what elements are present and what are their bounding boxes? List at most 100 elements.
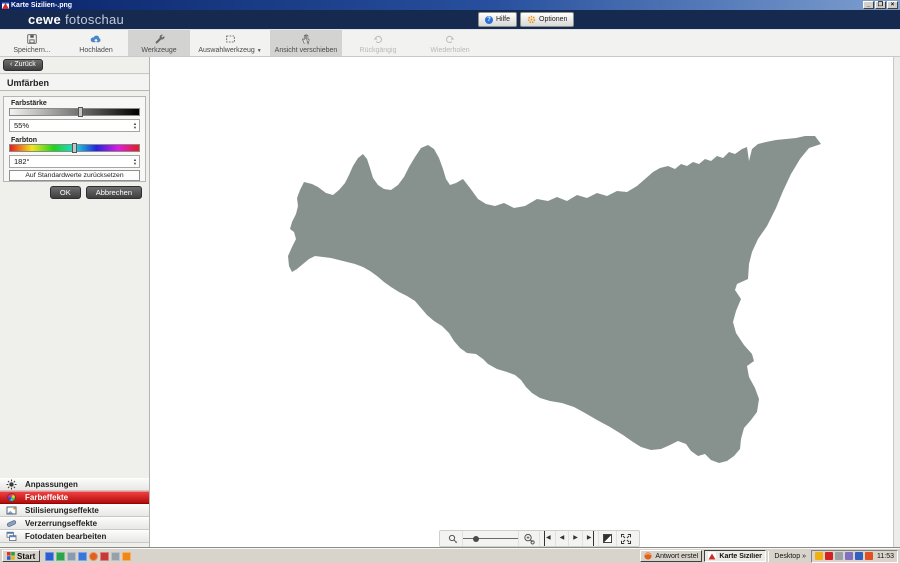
quick-launch-icon-3[interactable] — [67, 552, 76, 561]
hand-icon — [300, 33, 312, 45]
save-button[interactable]: Speichern... — [0, 30, 64, 56]
undo-button[interactable]: Rückgängig — [342, 30, 414, 56]
zoom-out-icon — [448, 534, 458, 544]
style-effects-icon — [5, 505, 18, 516]
taskbar-task-antwort[interactable]: Antwort erstellen... — [640, 550, 702, 562]
sun-icon — [5, 479, 18, 490]
redo-icon — [444, 33, 456, 45]
zoom-slider[interactable] — [462, 531, 518, 546]
quick-launch-icon-8[interactable] — [122, 552, 131, 561]
image-canvas[interactable]: ◀ ◀ ▶ ▶ — [151, 57, 893, 547]
quick-launch-icon-6[interactable] — [100, 552, 109, 561]
app-header: cewe fotoschau ? Hilfe Optionen — [0, 10, 900, 30]
cewe-task-icon — [708, 552, 716, 560]
category-stilisierungseffekte[interactable]: Stilisierungseffekte — [0, 504, 149, 517]
quick-launch-icon-2[interactable] — [56, 552, 65, 561]
help-button[interactable]: ? Hilfe — [478, 12, 517, 27]
quick-launch — [45, 552, 131, 561]
saturation-slider[interactable] — [9, 108, 140, 116]
hue-value: 182° — [14, 157, 30, 166]
first-image-button[interactable]: ◀ — [539, 531, 555, 546]
category-farbeffekte[interactable]: Farbeffekte — [0, 491, 149, 504]
next-image-button[interactable]: ▶ — [568, 531, 582, 546]
tray-icon-6[interactable] — [865, 552, 873, 560]
pan-view-button[interactable]: Ansicht verschieben — [270, 30, 342, 56]
desktop-toolbar[interactable]: Desktop » — [771, 553, 809, 560]
hue-spinner[interactable]: 182° ▲▼ — [9, 155, 140, 168]
sicily-map-shape — [288, 136, 821, 463]
window-titlebar: Karte Sizilien-.png _ ❐ × — [0, 0, 900, 10]
hue-label: Farbton — [11, 137, 37, 144]
previous-image-icon: ◀ — [560, 531, 565, 546]
spinner-down-icon[interactable]: ▼ — [133, 126, 137, 130]
saturation-slider-thumb[interactable] — [78, 107, 83, 117]
last-image-icon: ▶ — [587, 531, 594, 546]
redo-button[interactable]: Wiederholen — [414, 30, 486, 56]
sicily-map — [288, 133, 823, 465]
previous-image-button[interactable]: ◀ — [555, 531, 569, 546]
window-right-edge — [893, 57, 900, 547]
options-button[interactable]: Optionen — [520, 12, 574, 27]
back-button[interactable]: ‹ Zurück — [3, 59, 43, 71]
viewer-controls: ◀ ◀ ▶ ▶ — [439, 530, 640, 547]
zoom-in-button[interactable] — [518, 531, 539, 546]
start-button[interactable]: Start — [2, 550, 40, 562]
upload-button[interactable]: Hochladen — [64, 30, 128, 56]
quick-launch-icon-7[interactable] — [111, 552, 120, 561]
last-image-button[interactable]: ▶ — [582, 531, 598, 546]
close-icon[interactable]: × — [887, 1, 898, 9]
overflow-chevron-icon: » — [802, 553, 806, 560]
ok-button[interactable]: OK — [50, 186, 81, 199]
minimize-icon[interactable]: _ — [863, 1, 874, 9]
tray-icon-4[interactable] — [845, 552, 853, 560]
hue-slider[interactable] — [9, 144, 140, 152]
distortion-icon — [5, 518, 18, 529]
browser-task-icon — [644, 552, 652, 560]
maximize-icon[interactable]: ❐ — [875, 1, 886, 9]
spinner-down-icon[interactable]: ▼ — [133, 162, 137, 166]
effect-categories: Anpassungen Farbeffekte Stilisierungseff… — [0, 478, 149, 543]
brand-cewe: cewe — [28, 12, 61, 27]
sidebar-panel: ‹ Zurück Umfärben Farbstärke 55% ▲▼ Farb… — [0, 57, 150, 547]
zoom-slider-thumb[interactable] — [473, 536, 479, 542]
quick-launch-icon-4[interactable] — [78, 552, 87, 561]
hue-slider-thumb[interactable] — [72, 143, 77, 153]
cancel-button[interactable]: Abbrechen — [86, 186, 142, 199]
back-chevron-icon: ‹ — [10, 60, 12, 70]
tray-icon-2[interactable] — [825, 552, 833, 560]
windows-logo-icon — [7, 552, 15, 560]
brand-fotoschau: fotoschau — [65, 12, 124, 27]
tray-icon-5[interactable] — [855, 552, 863, 560]
panel-title: Umfärben — [0, 75, 149, 91]
zoom-out-button[interactable] — [444, 531, 462, 546]
help-icon: ? — [485, 16, 493, 24]
category-anpassungen[interactable]: Anpassungen — [0, 478, 149, 491]
wrench-icon — [153, 33, 165, 45]
floppy-icon — [26, 33, 38, 45]
tray-icon-3[interactable] — [835, 552, 843, 560]
help-label: Hilfe — [496, 16, 510, 23]
taskbar-clock[interactable]: 11:53 — [877, 553, 894, 560]
compare-view-button[interactable] — [598, 531, 616, 546]
next-image-icon: ▶ — [573, 531, 578, 546]
first-image-icon: ◀ — [544, 531, 551, 546]
brand-logo: cewe fotoschau — [28, 12, 124, 27]
main-area: ‹ Zurück Umfärben Farbstärke 55% ▲▼ Farb… — [0, 57, 900, 547]
app-icon — [2, 2, 9, 9]
chevron-down-icon: ▼ — [257, 48, 262, 54]
saturation-label: Farbstärke — [11, 100, 47, 107]
compare-icon — [603, 534, 612, 543]
saturation-spinner[interactable]: 55% ▲▼ — [9, 119, 140, 132]
fullscreen-button[interactable] — [616, 531, 635, 546]
category-verzerrungseffekte[interactable]: Verzerrungseffekte — [0, 517, 149, 530]
taskbar-task-karte-sizilien[interactable]: Karte Sizilien-.p... — [704, 550, 766, 562]
tray-icon-1[interactable] — [815, 552, 823, 560]
reset-defaults-button[interactable]: Auf Standardwerte zurücksetzen — [9, 170, 140, 181]
zoom-in-icon — [523, 533, 535, 545]
selection-tool-button[interactable]: Auswahlwerkzeug ▼ — [190, 30, 270, 56]
category-fotodaten[interactable]: Fotodaten bearbeiten — [0, 530, 149, 543]
gear-icon — [527, 15, 536, 24]
tools-button[interactable]: Werkzeuge — [128, 30, 190, 56]
quick-launch-icon-5[interactable] — [89, 552, 98, 561]
quick-launch-icon-1[interactable] — [45, 552, 54, 561]
